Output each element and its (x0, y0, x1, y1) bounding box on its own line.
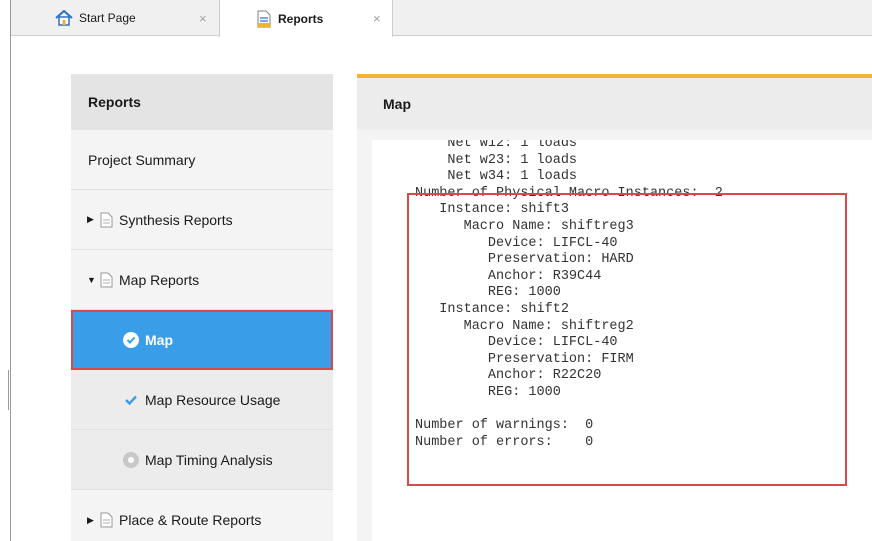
tab-label: Start Page (79, 11, 136, 25)
tab-reports[interactable]: Reports × (219, 0, 393, 37)
sidebar-item-place-route-reports[interactable]: ▶ Place & Route Reports (71, 490, 333, 541)
report-document-icon (256, 10, 272, 28)
tab-label: Reports (278, 11, 324, 26)
sidebar-item-label: Map (145, 331, 173, 348)
reports-sidebar: Reports Project Summary ▶ Synthesis Repo… (71, 74, 333, 541)
document-icon (100, 272, 113, 288)
chevron-down-icon[interactable]: ▼ (87, 275, 96, 285)
sidebar-header: Reports (71, 74, 333, 130)
close-icon[interactable]: × (199, 11, 207, 26)
sidebar-item-label: Project Summary (88, 151, 196, 168)
window-border-detail (8, 370, 9, 410)
check-circle-icon (123, 331, 139, 348)
chevron-right-icon[interactable]: ▶ (87, 515, 95, 526)
document-icon (100, 512, 113, 528)
document-icon (100, 212, 113, 228)
sidebar-item-project-summary[interactable]: Project Summary (71, 130, 333, 190)
chevron-right-icon[interactable]: ▶ (87, 214, 95, 225)
panel-title: Map (357, 78, 872, 130)
close-icon[interactable]: × (373, 11, 381, 26)
report-line: Net w12: 1 loads (415, 140, 578, 151)
highlight-annotation-box (407, 193, 847, 486)
sidebar-item-label: Map Reports (119, 271, 200, 288)
sidebar-item-synthesis-reports[interactable]: ▶ Synthesis Reports (71, 190, 333, 250)
tab-start-page[interactable]: Start Page × (55, 0, 219, 36)
sidebar-item-map[interactable]: Map (71, 310, 333, 370)
check-icon (123, 392, 139, 408)
sidebar-item-label: Place & Route Reports (119, 512, 262, 528)
sidebar-item-map-timing-analysis[interactable]: Map Timing Analysis (71, 430, 333, 490)
pending-circle-icon (123, 451, 139, 468)
window-border (10, 0, 11, 541)
tab-bar: Start Page × Reports × (11, 0, 872, 37)
sidebar-item-map-resource-usage[interactable]: Map Resource Usage (71, 370, 333, 430)
sidebar-item-label: Map Resource Usage (145, 391, 281, 408)
sidebar-item-map-reports[interactable]: ▼ Map Reports (71, 250, 333, 310)
sidebar-item-label: Map Timing Analysis (145, 451, 273, 468)
home-icon (55, 10, 73, 26)
report-line: Net w34: 1 loads (415, 169, 578, 185)
sidebar-item-label: Synthesis Reports (119, 211, 233, 228)
report-line: Net w23: 1 loads (415, 152, 578, 168)
